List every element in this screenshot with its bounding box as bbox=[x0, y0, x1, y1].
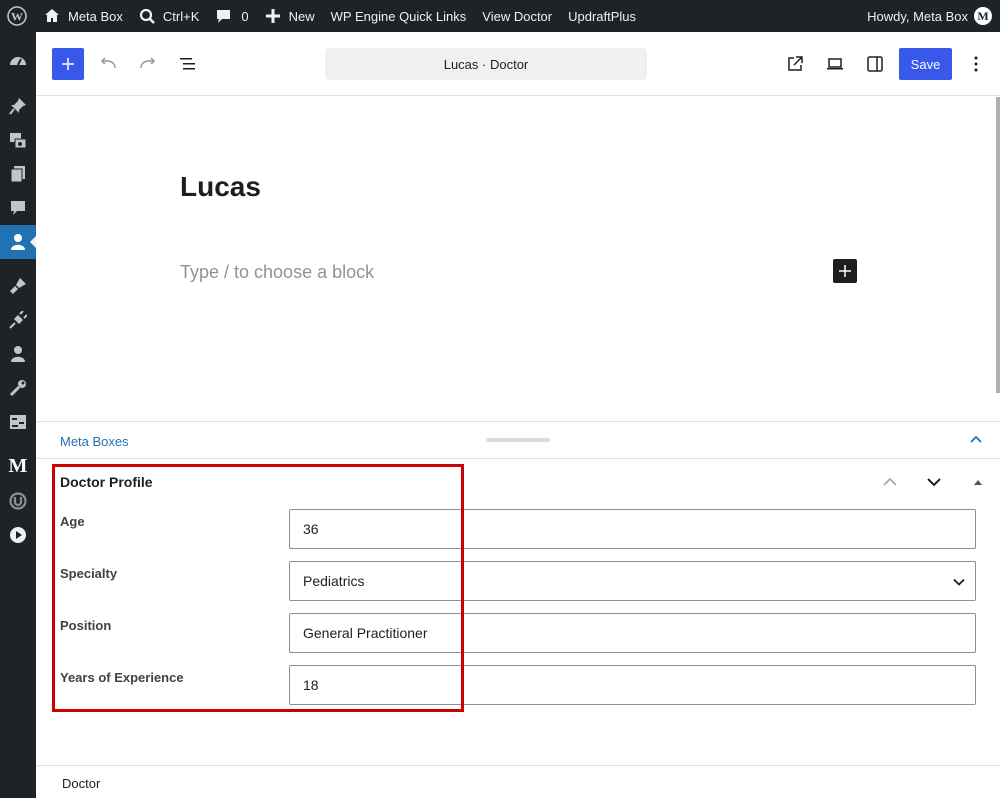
chevron-up-icon bbox=[883, 477, 897, 486]
svg-text:W: W bbox=[11, 10, 23, 24]
account-menu[interactable]: Howdy, Meta Box M bbox=[867, 7, 1000, 25]
editor-toolbar: Lucas · Doctor Save bbox=[36, 32, 1000, 96]
save-button[interactable]: Save bbox=[899, 48, 952, 80]
quick-links-label: WP Engine Quick Links bbox=[330, 8, 467, 24]
plus-icon bbox=[62, 58, 74, 70]
play-icon[interactable] bbox=[0, 518, 36, 552]
canvas-scrollbar[interactable] bbox=[996, 97, 1000, 393]
specialty-select[interactable]: Pediatrics bbox=[289, 561, 976, 601]
doctor-profile-metabox: Doctor Profile Age 36 Specialty Pediatri… bbox=[36, 460, 1000, 766]
breadcrumb[interactable]: Doctor bbox=[62, 776, 100, 791]
redo-button[interactable] bbox=[132, 48, 164, 80]
undo-button[interactable] bbox=[92, 48, 124, 80]
view-doctor-link[interactable]: View Doctor bbox=[474, 0, 560, 32]
metabox-letter: M bbox=[8, 454, 28, 477]
age-input[interactable]: 36 bbox=[289, 509, 976, 549]
redo-icon bbox=[140, 57, 156, 69]
avatar: M bbox=[974, 7, 992, 25]
appearance-icon[interactable] bbox=[0, 269, 36, 303]
preview-button[interactable] bbox=[819, 48, 851, 80]
more-vertical-icon bbox=[974, 56, 978, 72]
meta-boxes-collapse-button[interactable] bbox=[966, 430, 986, 455]
search-icon bbox=[139, 8, 155, 24]
age-label: Age bbox=[60, 514, 85, 529]
plus-icon bbox=[839, 265, 851, 277]
editor-canvas: Lucas Type / to choose a block bbox=[36, 97, 1000, 421]
triangle-up-icon bbox=[974, 480, 982, 485]
chevron-up-icon bbox=[970, 435, 982, 443]
toggle-panel-button[interactable] bbox=[966, 470, 990, 494]
updraft-icon[interactable] bbox=[0, 484, 36, 518]
comments-link[interactable]: 0 bbox=[207, 0, 256, 32]
users-active-icon[interactable] bbox=[0, 225, 36, 259]
admin-sidebar: M bbox=[0, 32, 36, 798]
tools-icon[interactable] bbox=[0, 371, 36, 405]
updraftplus-label: UpdraftPlus bbox=[568, 8, 637, 24]
specialty-value: Pediatrics bbox=[303, 573, 365, 589]
settings-icon[interactable] bbox=[0, 405, 36, 439]
desktop-icon bbox=[827, 58, 843, 70]
settings-sidebar-button[interactable] bbox=[859, 48, 891, 80]
years-of-experience-input[interactable]: 18 bbox=[289, 665, 976, 705]
chevron-down-icon bbox=[927, 478, 941, 487]
home-icon bbox=[45, 9, 59, 22]
comment-bubble-icon bbox=[217, 9, 231, 23]
search-shortcut: Ctrl+K bbox=[162, 8, 200, 24]
block-inserter-button[interactable] bbox=[52, 48, 84, 80]
comments-count: 0 bbox=[241, 8, 249, 24]
document-title-bar[interactable]: Lucas · Doctor bbox=[325, 48, 647, 80]
plugins-icon[interactable] bbox=[0, 303, 36, 337]
move-down-button[interactable] bbox=[922, 470, 946, 494]
chevron-down-icon bbox=[953, 578, 965, 586]
meta-boxes-label[interactable]: Meta Boxes bbox=[60, 434, 129, 449]
years-of-experience-label: Years of Experience bbox=[60, 670, 184, 685]
position-input[interactable]: General Practitioner bbox=[289, 613, 976, 653]
comments-icon[interactable] bbox=[0, 191, 36, 225]
pin-icon[interactable] bbox=[0, 89, 36, 123]
undo-icon bbox=[100, 57, 116, 69]
new-label: New bbox=[288, 8, 315, 24]
wp-engine-quick-links[interactable]: WP Engine Quick Links bbox=[323, 0, 475, 32]
media-icon[interactable] bbox=[0, 123, 36, 157]
metabox-icon[interactable]: M bbox=[0, 449, 36, 483]
list-view-icon bbox=[180, 58, 195, 70]
sidebar-icon bbox=[867, 56, 883, 72]
users-icon[interactable] bbox=[0, 337, 36, 371]
view-post-button[interactable] bbox=[779, 48, 811, 80]
metabox-title: Doctor Profile bbox=[60, 474, 153, 490]
howdy-text: Howdy, Meta Box bbox=[867, 8, 968, 24]
dashboard-icon[interactable] bbox=[0, 44, 36, 78]
document-overview-button[interactable] bbox=[172, 48, 204, 80]
wordpress-logo-icon[interactable]: W bbox=[0, 0, 35, 32]
new-content-link[interactable]: New bbox=[257, 0, 323, 32]
add-block-button[interactable] bbox=[833, 259, 857, 283]
command-palette-link[interactable]: Ctrl+K bbox=[131, 0, 207, 32]
resize-handle[interactable] bbox=[486, 438, 550, 442]
site-name: Meta Box bbox=[68, 8, 123, 24]
external-link-icon bbox=[788, 56, 803, 71]
updraftplus-link[interactable]: UpdraftPlus bbox=[560, 0, 644, 32]
pages-icon[interactable] bbox=[0, 157, 36, 191]
view-doctor-label: View Doctor bbox=[482, 8, 553, 24]
site-name-link[interactable]: Meta Box bbox=[35, 0, 131, 32]
position-label: Position bbox=[60, 618, 112, 633]
specialty-label: Specialty bbox=[60, 566, 118, 581]
admin-bar: W Meta Box Ctrl+K 0 New WP Engine Quick … bbox=[0, 0, 1000, 32]
plus-icon bbox=[265, 9, 280, 23]
move-up-button[interactable] bbox=[878, 470, 902, 494]
meta-boxes-header: Meta Boxes bbox=[36, 421, 1000, 459]
block-placeholder[interactable]: Type / to choose a block bbox=[180, 262, 374, 283]
options-button[interactable] bbox=[960, 48, 992, 80]
block-breadcrumb-bar: Doctor bbox=[36, 765, 1000, 798]
post-title[interactable]: Lucas bbox=[180, 171, 261, 203]
